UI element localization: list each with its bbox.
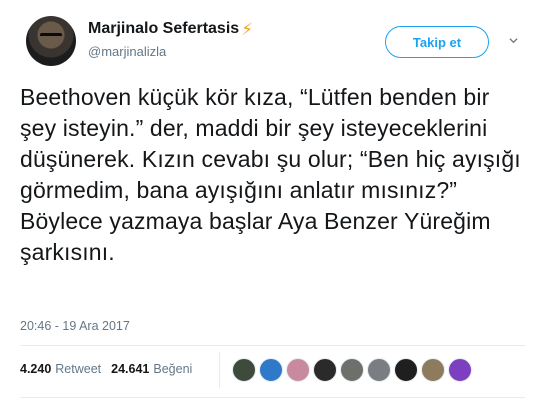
stats-separator (219, 352, 220, 388)
liker-avatar-6[interactable] (367, 358, 391, 382)
tweet-card: Marjinalo Sefertasis ⚡ @marjinalizla Tak… (0, 0, 543, 405)
liker-avatar-9[interactable] (448, 358, 472, 382)
lightning-bolt-icon: ⚡ (241, 19, 254, 39)
liker-avatar-1[interactable] (232, 358, 256, 382)
follow-button[interactable]: Takip et (385, 26, 489, 58)
chevron-down-icon[interactable] (509, 36, 518, 45)
like-count: 24.641 (111, 362, 150, 376)
author-handle[interactable]: @marjinalizla (88, 44, 166, 59)
retweet-stat[interactable]: 4.240 Retweet (20, 362, 101, 376)
divider-bottom (20, 397, 525, 398)
liker-avatar-8[interactable] (421, 358, 445, 382)
liker-avatar-5[interactable] (340, 358, 364, 382)
retweet-label: Retweet (55, 362, 102, 376)
liker-avatar-3[interactable] (286, 358, 310, 382)
like-stat[interactable]: 24.641 Beğeni (111, 362, 192, 376)
author-avatar[interactable] (26, 16, 76, 66)
engagement-stats: 4.240 Retweet 24.641 Beğeni (20, 362, 202, 376)
liker-avatar-2[interactable] (259, 358, 283, 382)
author-name[interactable]: Marjinalo Sefertasis (88, 20, 239, 38)
liker-avatars (232, 358, 475, 382)
sunglasses-icon (40, 33, 62, 42)
retweet-count: 4.240 (20, 362, 52, 376)
tweet-text: Beethoven küçük kör kıza, “Lütfen benden… (20, 84, 521, 265)
liker-avatar-7[interactable] (394, 358, 418, 382)
author-name-row: Marjinalo Sefertasis ⚡ (88, 20, 253, 38)
divider-top (20, 345, 525, 346)
liker-avatar-4[interactable] (313, 358, 337, 382)
like-label: Beğeni (153, 362, 193, 376)
tweet-timestamp[interactable]: 20:46 - 19 Ara 2017 (20, 319, 130, 333)
